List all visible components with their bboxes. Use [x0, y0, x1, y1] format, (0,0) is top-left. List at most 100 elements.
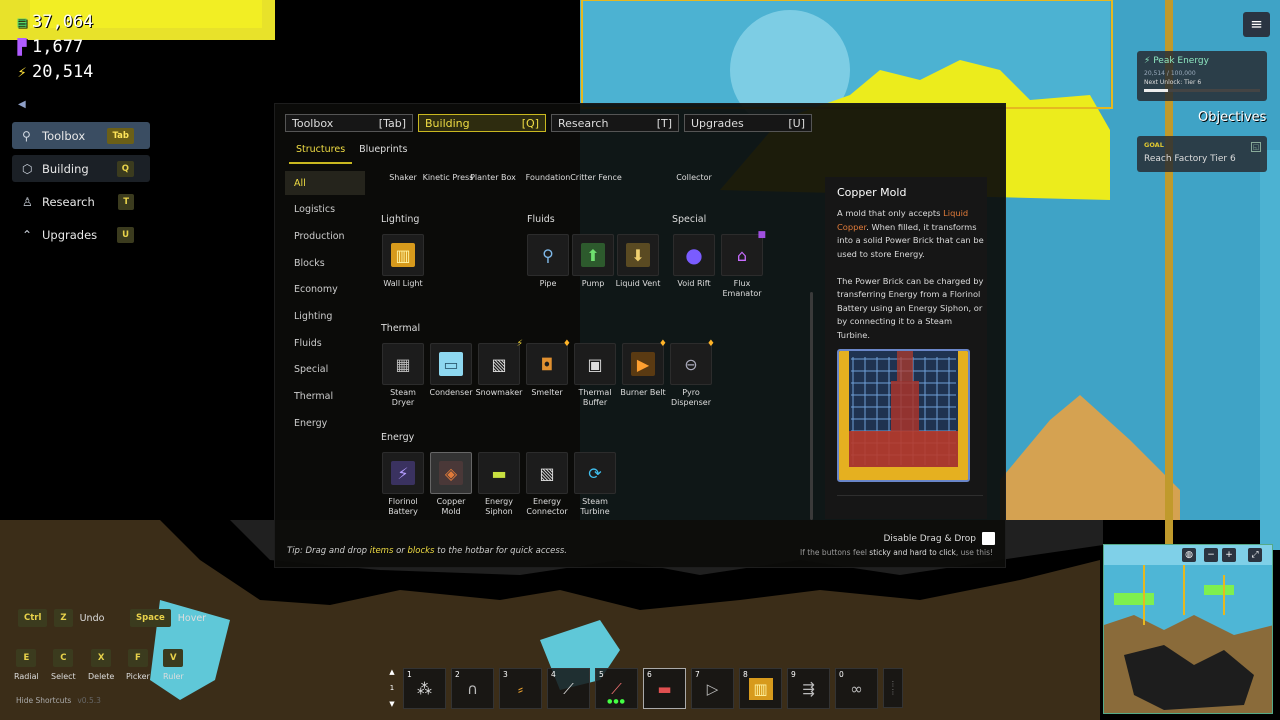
- steam-dryer-icon: ▦: [395, 354, 411, 374]
- subtab-blueprints[interactable]: Blueprints: [352, 142, 414, 164]
- item-steam-dryer[interactable]: ▦ Steam Dryer: [379, 343, 427, 408]
- item-energy-connector[interactable]: ▧ Energy Connector: [523, 452, 571, 517]
- item-flux-emanator[interactable]: ⌂ ■ Flux Emanator: [718, 230, 766, 299]
- hamburger-menu-icon[interactable]: ≡: [1243, 12, 1270, 37]
- goal-expand-icon[interactable]: ◱: [1251, 142, 1261, 152]
- wall-light-icon: ▥: [391, 243, 415, 267]
- item-burner-belt[interactable]: ▶ ♦ Burner Belt: [619, 339, 667, 398]
- hotbar-slot-3[interactable]: 3 ⸗: [499, 668, 542, 709]
- fire-badge-icon: ♦: [562, 339, 571, 349]
- side-item-upgrades[interactable]: ⌃ Upgrades U: [12, 221, 150, 248]
- category-thermal[interactable]: Thermal: [285, 385, 365, 409]
- item-wall-light[interactable]: ▥ Wall Light: [379, 234, 427, 289]
- minimap-expand-icon[interactable]: ⤢: [1248, 548, 1262, 562]
- item-collector[interactable]: Collector: [664, 173, 724, 183]
- wall-light-icon: ▥: [748, 677, 773, 700]
- item-planter-box[interactable]: Planter Box: [463, 173, 523, 183]
- shortcut-key: Q: [116, 160, 134, 177]
- category-energy[interactable]: Energy: [285, 411, 365, 435]
- chevron-up-icon: ⌃: [22, 227, 33, 242]
- shortcut-hover: Space Hover: [130, 609, 206, 627]
- tab-key: [Q]: [521, 116, 539, 130]
- goal-label: GOAL: [1144, 141, 1164, 149]
- hotbar-slot-5[interactable]: 5 ⟋ ●●●: [595, 668, 638, 709]
- side-item-building[interactable]: ⬡ Building Q: [12, 155, 150, 182]
- item-critter-fence[interactable]: Critter Fence: [566, 173, 626, 183]
- flag-icon: ▷: [706, 679, 719, 698]
- item-steam-turbine[interactable]: ⟳ Steam Turbine: [571, 452, 619, 517]
- subtab-structures[interactable]: Structures: [289, 142, 353, 164]
- side-item-toolbox[interactable]: ⚲ Toolbox Tab: [12, 122, 150, 149]
- tab-research[interactable]: Research [T]: [551, 114, 679, 132]
- subtabs: Structures Blueprints: [289, 142, 414, 164]
- category-blocks[interactable]: Blocks: [285, 251, 365, 275]
- item-pump[interactable]: ⬆ Pump: [569, 234, 617, 289]
- shortcut-undo: Ctrl Z Undo: [18, 609, 104, 627]
- building-panel: Toolbox [Tab] Building [Q] Research [T] Upg…: [274, 103, 1006, 568]
- disable-drag-drop-label: Disable Drag & Drop: [883, 533, 977, 544]
- hide-shortcuts-link[interactable]: Hide Shortcuts v0.5.3: [16, 696, 101, 705]
- collapse-menu-icon[interactable]: ◀: [18, 99, 26, 110]
- energy-siphon-icon: ▬: [491, 463, 507, 483]
- hotbar-slot-6[interactable]: 6 ▬: [643, 668, 686, 709]
- hotbar-page-number: 1: [389, 684, 395, 692]
- section-special: Special: [672, 214, 707, 225]
- hotbar-page-up[interactable]: ▲: [389, 668, 394, 676]
- tab-label: Toolbox: [292, 116, 334, 130]
- item-energy-siphon[interactable]: ▬ Energy Siphon: [475, 452, 523, 517]
- minimap[interactable]: ◍ − + ⤢: [1103, 544, 1273, 714]
- tab-toolbox[interactable]: Toolbox [Tab]: [285, 114, 413, 132]
- fire-badge-icon: ♦: [706, 339, 715, 349]
- side-item-research[interactable]: ♙ Research T: [12, 188, 150, 215]
- category-special[interactable]: Special: [285, 358, 365, 382]
- wrench-icon: ⚲: [22, 128, 31, 143]
- item-copper-mold[interactable]: ◈ Copper Mold: [427, 452, 475, 517]
- hotbar-slot-8[interactable]: 8 ▥: [739, 668, 782, 709]
- hotbar-slot-9[interactable]: 9 ⇶: [787, 668, 830, 709]
- minimap-zoom-out-icon[interactable]: −: [1204, 548, 1218, 562]
- shortcut-picker: F Picker: [126, 649, 150, 681]
- copper-mold-preview: [837, 349, 970, 482]
- category-lighting[interactable]: Lighting: [285, 304, 365, 328]
- goal-card[interactable]: GOAL Reach Factory Tier 6 ◱: [1137, 136, 1267, 172]
- coin-icon: ▤: [17, 13, 27, 31]
- hotbar-slot-0[interactable]: 0 ∞: [835, 668, 878, 709]
- hotbar-page-selector[interactable]: ▲ 1 ▼: [386, 668, 398, 708]
- hotbar-slot-1[interactable]: 1 ⁂: [403, 668, 446, 709]
- item-thermal-buffer[interactable]: ▣ Thermal Buffer: [571, 343, 619, 408]
- shortcut-key: U: [117, 226, 134, 243]
- section-fluids: Fluids: [527, 214, 555, 225]
- item-pipe[interactable]: ⚲ Pipe: [524, 234, 572, 289]
- hotbar-slot-2[interactable]: 2 ∩: [451, 668, 494, 709]
- category-production[interactable]: Production: [285, 224, 365, 248]
- peak-energy-title: ⚡ Peak Energy: [1144, 56, 1209, 66]
- tab-label: Building: [425, 116, 470, 130]
- hotbar-page-down[interactable]: ▼: [389, 700, 394, 708]
- hotbar-slot-7[interactable]: 7 ▷: [691, 668, 734, 709]
- item-void-rift[interactable]: ● Void Rift: [670, 234, 718, 289]
- category-all[interactable]: All: [285, 171, 365, 195]
- category-economy[interactable]: Economy: [285, 278, 365, 302]
- category-logistics[interactable]: Logistics: [285, 198, 365, 222]
- shortcut-select: C Select: [51, 649, 76, 681]
- section-energy: Energy: [381, 432, 415, 443]
- category-fluids[interactable]: Fluids: [285, 331, 365, 355]
- disable-drag-drop-checkbox[interactable]: [982, 532, 995, 545]
- tab-upgrades[interactable]: Upgrades [U]: [684, 114, 812, 132]
- item-florinol-battery[interactable]: ⚡ Florinol Battery: [379, 452, 427, 517]
- item-liquid-vent[interactable]: ⬇ Liquid Vent: [614, 234, 662, 289]
- hotbar-options-icon[interactable]: ⋮ ⋮: [883, 668, 903, 708]
- item-condenser[interactable]: ▭ Condenser: [427, 343, 475, 398]
- hotbar-slot-4[interactable]: 4 ⟋: [547, 668, 590, 709]
- side-menu: ⚲ Toolbox Tab ⬡ Building Q ♙ Research T …: [12, 122, 150, 254]
- item-smelter[interactable]: ◘ ♦ Smelter: [523, 339, 571, 398]
- disable-drag-drop-toggle[interactable]: Disable Drag & Drop: [883, 532, 995, 545]
- minimap-zoom-in-icon[interactable]: +: [1222, 548, 1236, 562]
- grid-scrollbar[interactable]: [810, 292, 813, 520]
- tab-building[interactable]: Building [Q]: [418, 114, 546, 132]
- tab-key: [T]: [656, 116, 672, 130]
- item-pyro-dispenser[interactable]: ⊖ ♦ Pyro Dispenser: [667, 339, 715, 408]
- side-item-label: Upgrades: [42, 227, 98, 242]
- item-snowmaker[interactable]: ▧ ⚡ Snowmaker: [475, 339, 523, 398]
- minimap-lock-icon[interactable]: ◍: [1182, 548, 1196, 562]
